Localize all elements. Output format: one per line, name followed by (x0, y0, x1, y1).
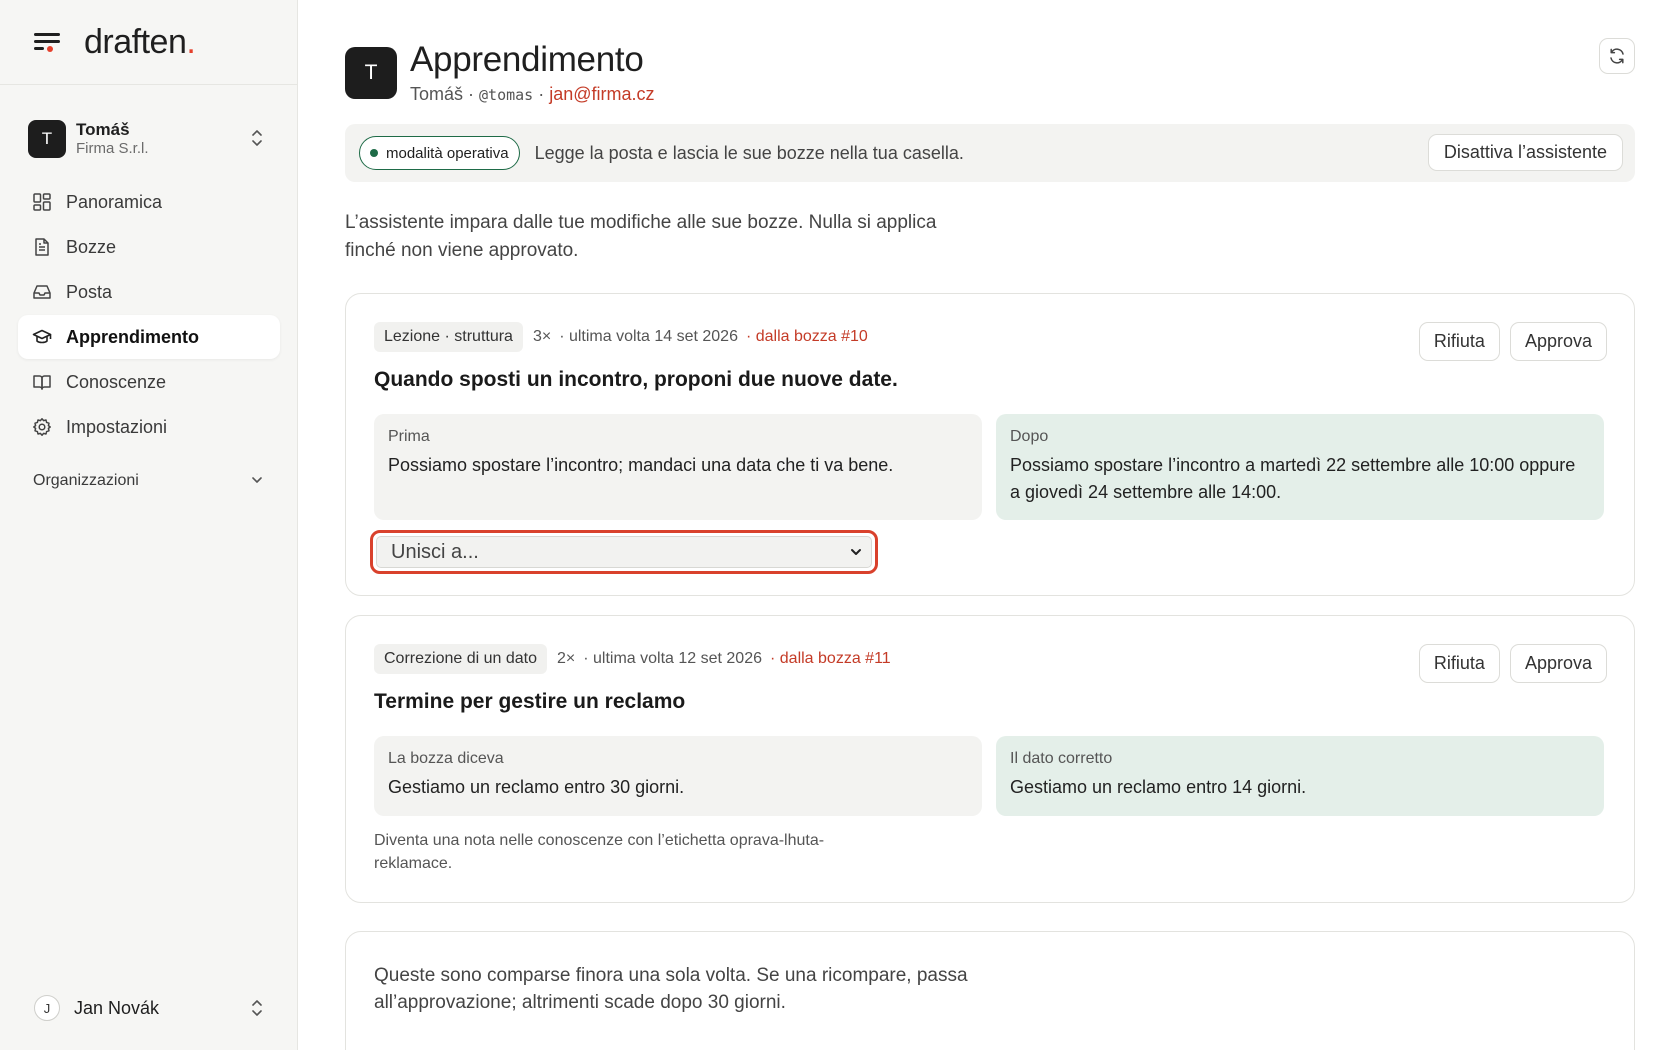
before-panel: La bozza diceva Gestiamo un reclamo entr… (374, 736, 982, 816)
gear-icon (32, 417, 52, 437)
last-seen: · ultima volta 12 set 2026 (583, 650, 762, 667)
account-name: Tomáš (76, 120, 130, 139)
before-label: La bozza diceva (388, 750, 504, 767)
after-text: Gestiamo un reclamo entro 14 giorni. (1010, 777, 1307, 797)
after-text: Possiamo spostare l’incontro a martedì 2… (1010, 455, 1576, 502)
approve-button[interactable]: Approva (1509, 644, 1607, 683)
source-draft-link[interactable]: · dalla bozza #11 (770, 650, 891, 668)
merge-into-select[interactable]: Unisci a... (376, 536, 872, 568)
correction-title: Termine per gestire un reclamo (374, 690, 686, 713)
assistant-status-bar: modalità operativa Legge la posta e lasc… (345, 124, 1635, 182)
lesson-title: Quando sposti un incontro, proponi due n… (374, 368, 898, 391)
sidebar-item-label: Conoscenze (66, 371, 167, 392)
source-draft-link[interactable]: · dalla bozza #10 (746, 328, 868, 346)
account-avatar: T (28, 120, 66, 158)
chevron-updown-icon (252, 1000, 262, 1016)
user-menu[interactable]: J Jan Novák (34, 990, 274, 1026)
after-panel: Dopo Possiamo spostare l’incontro a mart… (996, 414, 1604, 520)
before-text: Gestiamo un reclamo entro 30 giorni. (388, 777, 685, 797)
sidebar-item-label: Posta (66, 281, 113, 302)
assistant-handle: @tomas (479, 85, 534, 104)
user-avatar: J (34, 995, 60, 1021)
sidebar: draften. T Tomáš Firma S.r.l. Panoramica… (0, 0, 298, 1050)
account-switcher[interactable]: T Tomáš Firma S.r.l. (28, 116, 274, 162)
chevron-updown-icon (252, 130, 262, 146)
inbox-icon (32, 282, 52, 302)
brand-bar: draften. (0, 0, 297, 85)
sidebar-item-label: Apprendimento (66, 326, 199, 347)
chevron-down-icon (252, 477, 262, 483)
main-content: T Apprendimento Tomáš · @tomas · jan@fir… (345, 0, 1635, 1050)
lesson-card: Lezione · struttura 3× · ultima volta 14… (345, 293, 1635, 596)
sidebar-nav: Panoramica Bozze Posta Apprendimento Con… (18, 180, 280, 501)
sidebar-item-label: Bozze (66, 236, 117, 257)
before-text: Possiamo spostare l’incontro; mandaci un… (388, 455, 894, 475)
page-header: T Apprendimento Tomáš · @tomas · jan@fir… (345, 40, 655, 106)
mode-badge: modalità operativa (359, 136, 520, 170)
assistant-email-link[interactable]: jan@firma.cz (549, 84, 654, 104)
sidebar-item-posta[interactable]: Posta (18, 270, 280, 314)
account-org: Firma S.r.l. (76, 140, 149, 158)
graduation-cap-icon (32, 327, 52, 347)
refresh-button[interactable] (1599, 38, 1635, 74)
intro-text: L’assistente impara dalle tue modifiche … (345, 212, 937, 261)
lesson-type-tag: Lezione · struttura (374, 322, 523, 352)
assistant-name: Tomáš (410, 83, 464, 104)
page-title: Apprendimento (410, 40, 644, 80)
after-panel: Il dato corretto Gestiamo un reclamo ent… (996, 736, 1604, 816)
before-label: Prima (388, 428, 430, 445)
after-label: Il dato corretto (1010, 750, 1113, 767)
menu-icon[interactable] (34, 31, 60, 53)
pending-description: Queste sono comparse finora una sola vol… (374, 965, 968, 1013)
assistant-identity: Tomáš · @tomas · jan@firma.cz (410, 83, 655, 104)
approve-button[interactable]: Approva (1509, 322, 1607, 361)
book-icon (32, 372, 52, 392)
status-dot-icon (370, 149, 378, 157)
sidebar-item-panoramica[interactable]: Panoramica (18, 180, 280, 224)
brand-logo[interactable]: draften. (84, 23, 196, 62)
reject-button[interactable]: Rifiuta (1418, 644, 1500, 683)
sidebar-item-conoscenze[interactable]: Conoscenze (18, 360, 280, 404)
document-icon (32, 237, 52, 257)
user-name: Jan Novák (74, 997, 160, 1018)
chevron-down-icon (851, 549, 861, 555)
sidebar-item-label: Panoramica (66, 191, 163, 212)
correction-card: Correzione di un dato 2× · ultima volta … (345, 615, 1635, 903)
after-label: Dopo (1010, 428, 1049, 445)
lesson-meta: Correzione di un dato 2× · ultima volta … (374, 644, 891, 674)
assistant-avatar: T (345, 47, 397, 99)
reject-button[interactable]: Rifiuta (1418, 322, 1500, 361)
pending-lessons-card: Queste sono comparse finora una sola vol… (345, 931, 1635, 1050)
refresh-icon (1610, 48, 1624, 64)
occurrence-count: 2× (556, 650, 576, 667)
sidebar-item-impostazioni[interactable]: Impostazioni (18, 405, 280, 449)
before-panel: Prima Possiamo spostare l’incontro; mand… (374, 414, 982, 520)
knowledge-note: Diventa una nota nelle conoscenze con l’… (374, 832, 825, 872)
sidebar-item-label: Impostazioni (66, 416, 168, 437)
dashboard-icon (32, 192, 52, 212)
section-label: Organizzazioni (33, 472, 139, 489)
last-seen: · ultima volta 14 set 2026 (559, 328, 738, 345)
lesson-meta: Lezione · struttura 3× · ultima volta 14… (374, 322, 868, 352)
merge-select-highlight: Unisci a... (370, 530, 878, 574)
status-description: Legge la posta e lascia le sue bozze nel… (534, 142, 964, 163)
lesson-type-tag: Correzione di un dato (374, 644, 547, 674)
deactivate-assistant-button[interactable]: Disattiva l’assistente (1427, 134, 1623, 171)
sidebar-item-apprendimento[interactable]: Apprendimento (18, 315, 280, 359)
sidebar-item-bozze[interactable]: Bozze (18, 225, 280, 269)
organizations-section[interactable]: Organizzazioni (18, 461, 280, 501)
occurrence-count: 3× (532, 328, 552, 345)
